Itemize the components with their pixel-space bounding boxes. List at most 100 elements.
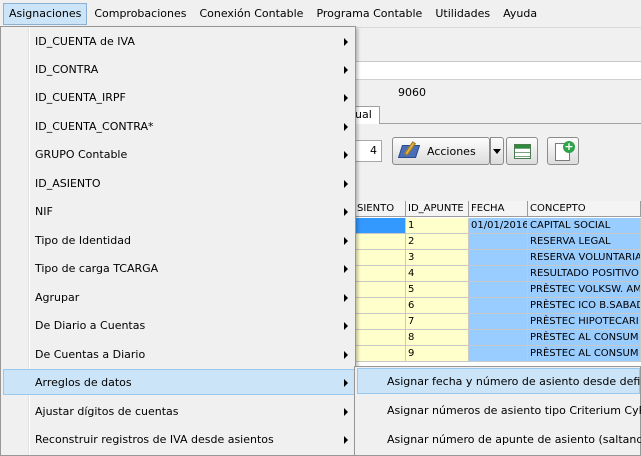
acciones-button[interactable]: Acciones — [392, 137, 490, 165]
asignaciones-dropdown-menu: ID_CUENTA de IVA ID_CONTRA ID_CUENTA_IRP… — [0, 26, 356, 456]
plus-icon: + — [563, 140, 575, 153]
menu-item-agrupar[interactable]: Agrupar — [3, 284, 355, 310]
menu-item-ajustar-digitos[interactable]: Ajustar dígitos de cuentas — [3, 398, 355, 424]
table-cell-apunte[interactable]: 5 — [406, 282, 469, 298]
menu-bar: Asignaciones Comprobaciones Conexión Con… — [0, 0, 641, 28]
table-cell-apunte[interactable]: 2 — [406, 234, 469, 250]
menu-item-label: ID_CONTRA — [35, 63, 99, 76]
chevron-right-icon — [344, 151, 348, 159]
chevron-right-icon — [344, 180, 348, 188]
table-cell-concepto[interactable]: RESERVA LEGAL — [528, 234, 641, 250]
menu-item-arreglos-de-datos[interactable]: Arreglos de datos — [3, 369, 355, 395]
table-cell-fecha[interactable] — [469, 282, 528, 298]
submenu-item-asignar-fecha[interactable]: Asignar fecha y número de asiento desde … — [357, 368, 641, 394]
chevron-right-icon — [344, 379, 348, 387]
table-cell-asiento[interactable] — [355, 266, 406, 282]
table-cell-fecha[interactable] — [469, 346, 528, 362]
table-cell-apunte[interactable]: 9 — [406, 346, 469, 362]
add-document-button[interactable]: + — [547, 137, 579, 165]
chevron-right-icon — [344, 436, 348, 444]
menu-item-label: De Cuentas a Diario — [35, 348, 146, 361]
table-cell-apunte[interactable]: 6 — [406, 298, 469, 314]
book-pen-icon — [397, 141, 421, 161]
menu-item-label: Ajustar dígitos de cuentas — [35, 405, 179, 418]
table-cell-concepto[interactable]: PRÈSTEC AL CONSUM L — [528, 346, 641, 362]
menu-item-id-cuenta-iva[interactable]: ID_CUENTA de IVA — [3, 28, 355, 54]
chevron-right-icon — [344, 123, 348, 131]
menu-item-grupo-contable[interactable]: GRUPO Contable — [3, 141, 355, 167]
menu-item-label: GRUPO Contable — [35, 148, 128, 161]
chevron-right-icon — [344, 322, 348, 330]
menu-item-id-cuenta-irpf[interactable]: ID_CUENTA_IRPF — [3, 84, 355, 110]
number-input[interactable]: 4 — [352, 140, 382, 162]
menu-comprobaciones[interactable]: Comprobaciones — [88, 3, 192, 25]
menu-item-cuentas-a-diario[interactable]: De Cuentas a Diario — [3, 341, 355, 367]
table-cell-apunte[interactable]: 4 — [406, 266, 469, 282]
menu-item-label: Tipo de Identidad — [35, 234, 131, 247]
menu-utilidades[interactable]: Utilidades — [429, 3, 496, 25]
menu-item-label: ID_CUENTA_IRPF — [35, 91, 126, 104]
chevron-right-icon — [344, 351, 348, 359]
column-header-concepto[interactable]: CONCEPTO — [528, 201, 641, 217]
table-cell-fecha[interactable]: 01/01/2016 — [469, 218, 528, 234]
menu-programa-contable[interactable]: Programa Contable — [310, 3, 428, 25]
table-cell-concepto[interactable]: PRÈSTEC ICO B.SABADE — [528, 298, 641, 314]
submenu-item-criterium[interactable]: Asignar números de asiento tipo Criteriu… — [357, 397, 641, 423]
menu-item-label: Arreglos de datos — [35, 376, 132, 389]
menu-item-nif[interactable]: NIF — [3, 198, 355, 224]
table-cell-fecha[interactable] — [469, 330, 528, 346]
menu-item-diario-a-cuentas[interactable]: De Diario a Cuentas — [3, 312, 355, 338]
menu-item-id-cuenta-contra[interactable]: ID_CUENTA_CONTRA* — [3, 113, 355, 139]
table-cell-fecha[interactable] — [469, 234, 528, 250]
table-cell-fecha[interactable] — [469, 250, 528, 266]
chevron-right-icon — [344, 237, 348, 245]
menu-item-reconstruir-iva[interactable]: Reconstruir registros de IVA desde asien… — [3, 426, 355, 452]
menu-item-label: ID_CUENTA de IVA — [35, 35, 135, 48]
acciones-dropdown-button[interactable] — [490, 137, 504, 165]
submenu-item-numero-apunte[interactable]: Asignar número de apunte de asiento (sal… — [357, 426, 641, 452]
table-cell-apunte[interactable]: 3 — [406, 250, 469, 266]
table-cell-concepto[interactable]: PRÈSTEC AL CONSUM L — [528, 330, 641, 346]
table-cell-concepto[interactable]: CAPITAL SOCIAL — [528, 218, 641, 234]
arreglos-submenu: Asignar fecha y número de asiento desde … — [354, 366, 641, 456]
table-cell-asiento[interactable] — [355, 282, 406, 298]
table-cell-fecha[interactable] — [469, 298, 528, 314]
table-cell-asiento[interactable] — [355, 330, 406, 346]
table-cell-asiento[interactable] — [355, 234, 406, 250]
table-cell-concepto[interactable]: PRÈSTEC VOLKSW. AMA — [528, 282, 641, 298]
chevron-right-icon — [344, 94, 348, 102]
table-cell-asiento[interactable] — [355, 298, 406, 314]
column-header-id-apunte[interactable]: ID_APUNTE — [406, 201, 469, 217]
menu-ayuda[interactable]: Ayuda — [497, 3, 543, 25]
menu-item-id-asiento[interactable]: ID_ASIENTO — [3, 170, 355, 196]
table-cell-asiento[interactable] — [355, 346, 406, 362]
menu-asignaciones[interactable]: Asignaciones — [3, 2, 88, 25]
table-cell-concepto[interactable]: RESERVA VOLUNTARIA — [528, 250, 641, 266]
chevron-right-icon — [344, 265, 348, 273]
menu-item-label: Agrupar — [35, 291, 80, 304]
menu-item-id-contra[interactable]: ID_CONTRA — [3, 56, 355, 82]
table-cell-fecha[interactable] — [469, 266, 528, 282]
menu-conexion-contable[interactable]: Conexión Contable — [193, 3, 309, 25]
column-header-fecha[interactable]: FECHA — [469, 201, 528, 217]
table-cell-apunte[interactable]: 7 — [406, 314, 469, 330]
column-header-asiento[interactable]: SIENTO — [355, 201, 406, 217]
tab-ual[interactable]: ual — [352, 106, 380, 124]
menu-item-tipo-carga[interactable]: Tipo de carga TCARGA — [3, 255, 355, 281]
menu-item-label: Tipo de carga TCARGA — [35, 262, 159, 275]
table-cell-apunte[interactable]: 8 — [406, 330, 469, 346]
table-cell-concepto[interactable]: PRÈSTEC HIPOTECARI E — [528, 314, 641, 330]
table-cell-asiento[interactable] — [355, 314, 406, 330]
menu-item-label: De Diario a Cuentas — [35, 319, 146, 332]
table-cell-concepto[interactable]: RESULTADO POSITIVO 2 — [528, 266, 641, 282]
grid-view-button[interactable] — [506, 137, 538, 165]
menu-item-label: Reconstruir registros de IVA desde asien… — [35, 433, 274, 446]
table-cell-apunte[interactable]: 1 — [406, 218, 469, 234]
table-cell-asiento[interactable] — [355, 218, 406, 234]
menu-item-label: NIF — [35, 205, 53, 218]
menu-item-tipo-identidad[interactable]: Tipo de Identidad — [3, 227, 355, 253]
table-cell-fecha[interactable] — [469, 314, 528, 330]
table-cell-asiento[interactable] — [355, 250, 406, 266]
chevron-down-icon — [493, 148, 501, 154]
field-value: 9060 — [398, 86, 426, 99]
